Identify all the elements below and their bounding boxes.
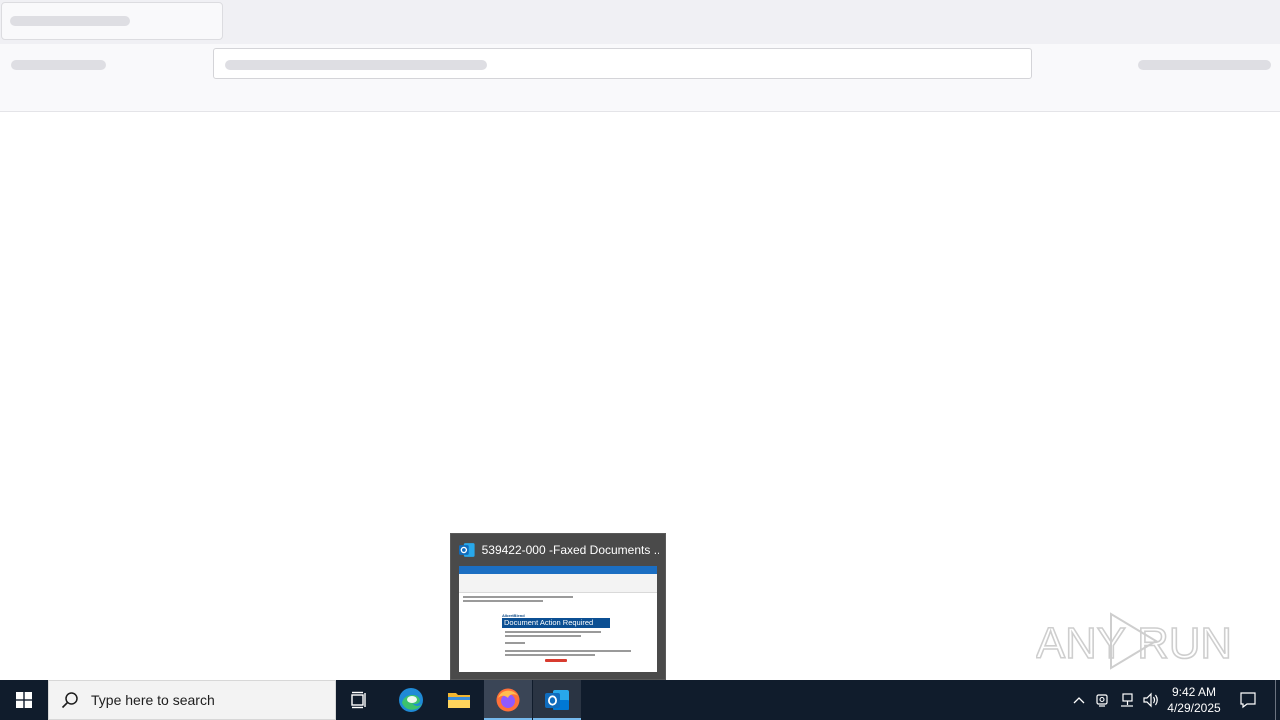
- url-bar-placeholder[interactable]: [213, 48, 1032, 79]
- taskbar-search-box[interactable]: Type here to search: [48, 680, 336, 720]
- taskbar-clock[interactable]: 9:42 AM 4/29/2025: [1160, 684, 1228, 716]
- thumb-action-button: [545, 659, 567, 662]
- preview-title: 539422-000 -Faxed Documents ...: [481, 543, 659, 557]
- thumb-line: [505, 631, 601, 633]
- thumb-line: [505, 654, 595, 656]
- preview-thumbnail[interactable]: AlbertBlend Document Action Required: [459, 566, 657, 672]
- windows-logo-icon: [16, 692, 32, 708]
- show-desktop-button[interactable]: [1275, 680, 1276, 720]
- outlook-icon: [545, 690, 569, 710]
- task-view-button[interactable]: [336, 680, 384, 720]
- anyrun-watermark: ANY RUN: [1036, 612, 1233, 670]
- folder-icon: [448, 693, 470, 708]
- speaker-icon: [1143, 692, 1158, 708]
- search-icon: [61, 692, 78, 709]
- edge-icon: [399, 688, 423, 712]
- network-tray-button[interactable]: [1116, 680, 1138, 720]
- outlook-taskbar-button[interactable]: [533, 680, 581, 720]
- firefox-taskbar-button[interactable]: [484, 680, 532, 720]
- taskbar: Type here to search 9:42 AM 4/29/2025: [0, 680, 1280, 720]
- tab-title-skeleton: [10, 16, 130, 26]
- edge-taskbar-button[interactable]: [387, 680, 435, 720]
- url-text-skeleton: [225, 60, 487, 70]
- task-view-icon: [351, 691, 366, 709]
- thumb-banner: Document Action Required: [502, 618, 610, 628]
- thumb-line: [505, 642, 525, 644]
- volume-tray-button[interactable]: [1140, 680, 1162, 720]
- firefox-icon: [496, 688, 520, 712]
- chevron-up-icon: [1073, 697, 1085, 704]
- thumb-ribbon: [459, 574, 657, 593]
- taskbar-thumbnail-preview[interactable]: 539422-000 -Faxed Documents ... AlbertBl…: [450, 533, 666, 680]
- preview-header: 539422-000 -Faxed Documents ...: [459, 542, 659, 558]
- show-hidden-icons-button[interactable]: [1068, 680, 1090, 720]
- tab-placeholder[interactable]: [1, 2, 223, 40]
- action-center-button[interactable]: [1234, 680, 1262, 720]
- file-explorer-taskbar-button[interactable]: [435, 680, 483, 720]
- notification-icon: [1240, 692, 1256, 709]
- thumb-line: [463, 600, 543, 602]
- start-button[interactable]: [0, 680, 48, 720]
- network-icon: [1121, 693, 1133, 707]
- clock-time: 9:42 AM: [1171, 685, 1217, 699]
- thumb-titlebar: [459, 566, 657, 574]
- search-placeholder: Type here to search: [91, 692, 215, 708]
- camera-icon: [1096, 694, 1108, 707]
- toolbar-left-skeleton: [11, 60, 106, 70]
- watermark-text: ANY RUN: [1036, 619, 1232, 668]
- outlook-icon: [459, 543, 475, 557]
- browser-toolbar: [0, 44, 1280, 112]
- clock-date: 4/29/2025: [1167, 701, 1221, 715]
- thumb-line: [505, 650, 631, 652]
- meet-now-tray-button[interactable]: [1092, 680, 1114, 720]
- thumb-line: [463, 596, 573, 598]
- browser-tab-strip: [0, 0, 1280, 44]
- toolbar-right-skeleton: [1138, 60, 1271, 70]
- thumb-line: [505, 635, 581, 637]
